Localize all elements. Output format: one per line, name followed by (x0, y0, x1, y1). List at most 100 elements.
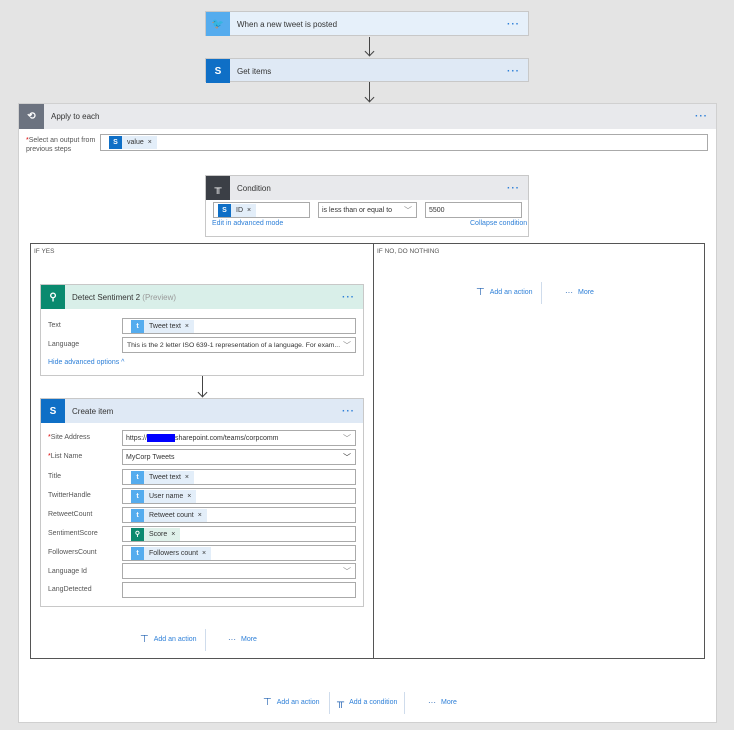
add-action-icon: ⊤ (476, 287, 485, 298)
loop-icon: ⟲ (19, 104, 44, 129)
remove-token-icon[interactable]: × (171, 531, 175, 538)
token-label: Retweet count (149, 511, 194, 519)
sharepoint-icon: S (109, 136, 122, 149)
sharepoint-icon: S (41, 399, 65, 423)
add-condition-label: Add a condition (349, 699, 398, 706)
condition-title: Condition (237, 183, 271, 193)
condition-operator-select[interactable]: is less than or equal to ﹀ (318, 202, 417, 218)
lang-detected-input[interactable] (122, 582, 356, 598)
hide-advanced-options-link[interactable]: Hide advanced options ^ (48, 359, 124, 366)
chevron-down-icon: ﹀ (343, 434, 351, 443)
field-label: RetweetCount (48, 511, 93, 518)
remove-token-icon[interactable]: × (185, 323, 189, 330)
sharepoint-icon: S (206, 59, 230, 83)
collapse-condition-link[interactable]: Collapse condition (470, 220, 527, 227)
language-id-label: Language Id (48, 568, 87, 575)
remove-token-icon[interactable]: × (185, 474, 189, 481)
divider (205, 629, 206, 651)
token-label: Tweet text (149, 322, 181, 330)
condition-value-input[interactable]: 5500 (425, 202, 522, 218)
edit-advanced-mode-link[interactable]: Edit in advanced mode (212, 220, 283, 227)
apply-to-each-menu-button[interactable]: ··· (695, 111, 708, 122)
list-name-select[interactable]: MyCorp Tweets ﹀ (122, 449, 356, 465)
add-action-button[interactable]: ⊤ Add an action (263, 697, 320, 708)
yes-add-action-button[interactable]: ⊤ Add an action (140, 634, 197, 645)
detect-sentiment-menu-button[interactable]: ··· (342, 292, 355, 303)
remove-token-icon[interactable]: × (148, 139, 152, 146)
language-placeholder: This is the 2 letter ISO 639-1 represent… (127, 341, 341, 349)
add-condition-button[interactable]: ╥ Add a condition (337, 697, 397, 708)
trigger-menu-button[interactable]: ··· (507, 19, 520, 30)
flow-arrow (369, 82, 370, 102)
list-name-label: *List Name (48, 453, 83, 460)
more-label: More (241, 636, 257, 643)
retweet-count-input[interactable]: t Retweet count × (122, 507, 356, 523)
site-prefix: https:// (126, 434, 148, 442)
token-label: Followers count (149, 549, 199, 557)
text-analytics-icon: ⚲ (41, 285, 65, 309)
detect-sentiment-title: Detect Sentiment 2 (72, 292, 141, 302)
create-item-title: Create item (72, 406, 114, 416)
twitter-handle-input[interactable]: t User name × (122, 488, 356, 504)
no-more-button[interactable]: ··· More (565, 288, 594, 297)
more-icon: ··· (428, 698, 436, 707)
token-label: Tweet text (149, 473, 181, 481)
chevron-down-icon: ﹀ (404, 206, 412, 215)
site-suffix: sharepoint.com/teams/corpcomm (175, 434, 279, 442)
twitter-icon: t (131, 546, 144, 560)
twitter-icon: t (131, 319, 144, 333)
divider (404, 692, 405, 714)
trigger-card[interactable]: 🐦 When a new tweet is posted ··· (205, 11, 529, 36)
redacted-block (147, 434, 176, 442)
flow-arrow (202, 376, 203, 397)
chevron-down-icon: ﹀ (343, 567, 351, 576)
if-no-branch (373, 243, 705, 659)
field-label: TwitterHandle (48, 492, 91, 499)
text-label: Text (48, 322, 61, 329)
sentiment-score-input[interactable]: ⚲ Score × (122, 526, 356, 542)
select-output-input[interactable]: Svalue × (100, 134, 708, 151)
condition-menu-button[interactable]: ··· (507, 183, 520, 194)
token-label: Score (149, 530, 168, 538)
chevron-down-icon: ﹀ (343, 453, 351, 462)
condition-icon: ╥ (206, 176, 230, 200)
if-no-label: IF NO, DO NOTHING (377, 248, 440, 255)
site-address-select[interactable]: https:// sharepoint.com/teams/corpcomm ﹀ (122, 430, 356, 446)
more-label: More (441, 699, 457, 706)
more-icon: ··· (565, 288, 573, 297)
remove-token-icon[interactable]: × (198, 512, 202, 519)
language-id-select[interactable]: ﹀ (122, 563, 356, 579)
add-action-label: Add an action (153, 636, 197, 643)
divider (541, 282, 542, 304)
get-items-menu-button[interactable]: ··· (507, 66, 520, 77)
token-label: value (127, 139, 144, 146)
token-label: ID (236, 206, 243, 214)
more-button[interactable]: ··· More (428, 698, 457, 707)
trigger-title: When a new tweet is posted (237, 19, 338, 29)
language-label: Language (48, 341, 80, 348)
create-item-menu-button[interactable]: ··· (342, 406, 355, 417)
text-input[interactable]: t Tweet text × (122, 318, 356, 334)
add-action-label: Add an action (276, 699, 320, 706)
field-label: FollowersCount (48, 549, 97, 556)
title-input[interactable]: t Tweet text × (122, 469, 356, 485)
get-items-card[interactable]: S Get items ··· (205, 58, 529, 83)
condition-left-input[interactable]: S ID × (213, 202, 310, 218)
remove-token-icon[interactable]: × (247, 207, 251, 214)
yes-more-button[interactable]: ··· More (228, 635, 257, 644)
more-label: More (578, 289, 594, 296)
add-condition-icon: ╥ (337, 697, 345, 708)
list-value: MyCorp Tweets (126, 453, 175, 461)
token-label: User name (149, 492, 184, 500)
remove-token-icon[interactable]: × (187, 493, 191, 500)
condition-value: 5500 (429, 206, 445, 214)
lang-detected-label: LangDetected (48, 586, 92, 593)
language-select[interactable]: This is the 2 letter ISO 639-1 represent… (122, 337, 356, 353)
field-label: SentimentScore (48, 530, 98, 537)
chevron-down-icon: ﹀ (343, 341, 351, 350)
add-action-label: Add an action (489, 289, 533, 296)
no-add-action-button[interactable]: ⊤ Add an action (476, 287, 533, 298)
remove-token-icon[interactable]: × (202, 550, 206, 557)
followers-count-input[interactable]: t Followers count × (122, 545, 356, 561)
twitter-icon: 🐦 (206, 12, 230, 36)
